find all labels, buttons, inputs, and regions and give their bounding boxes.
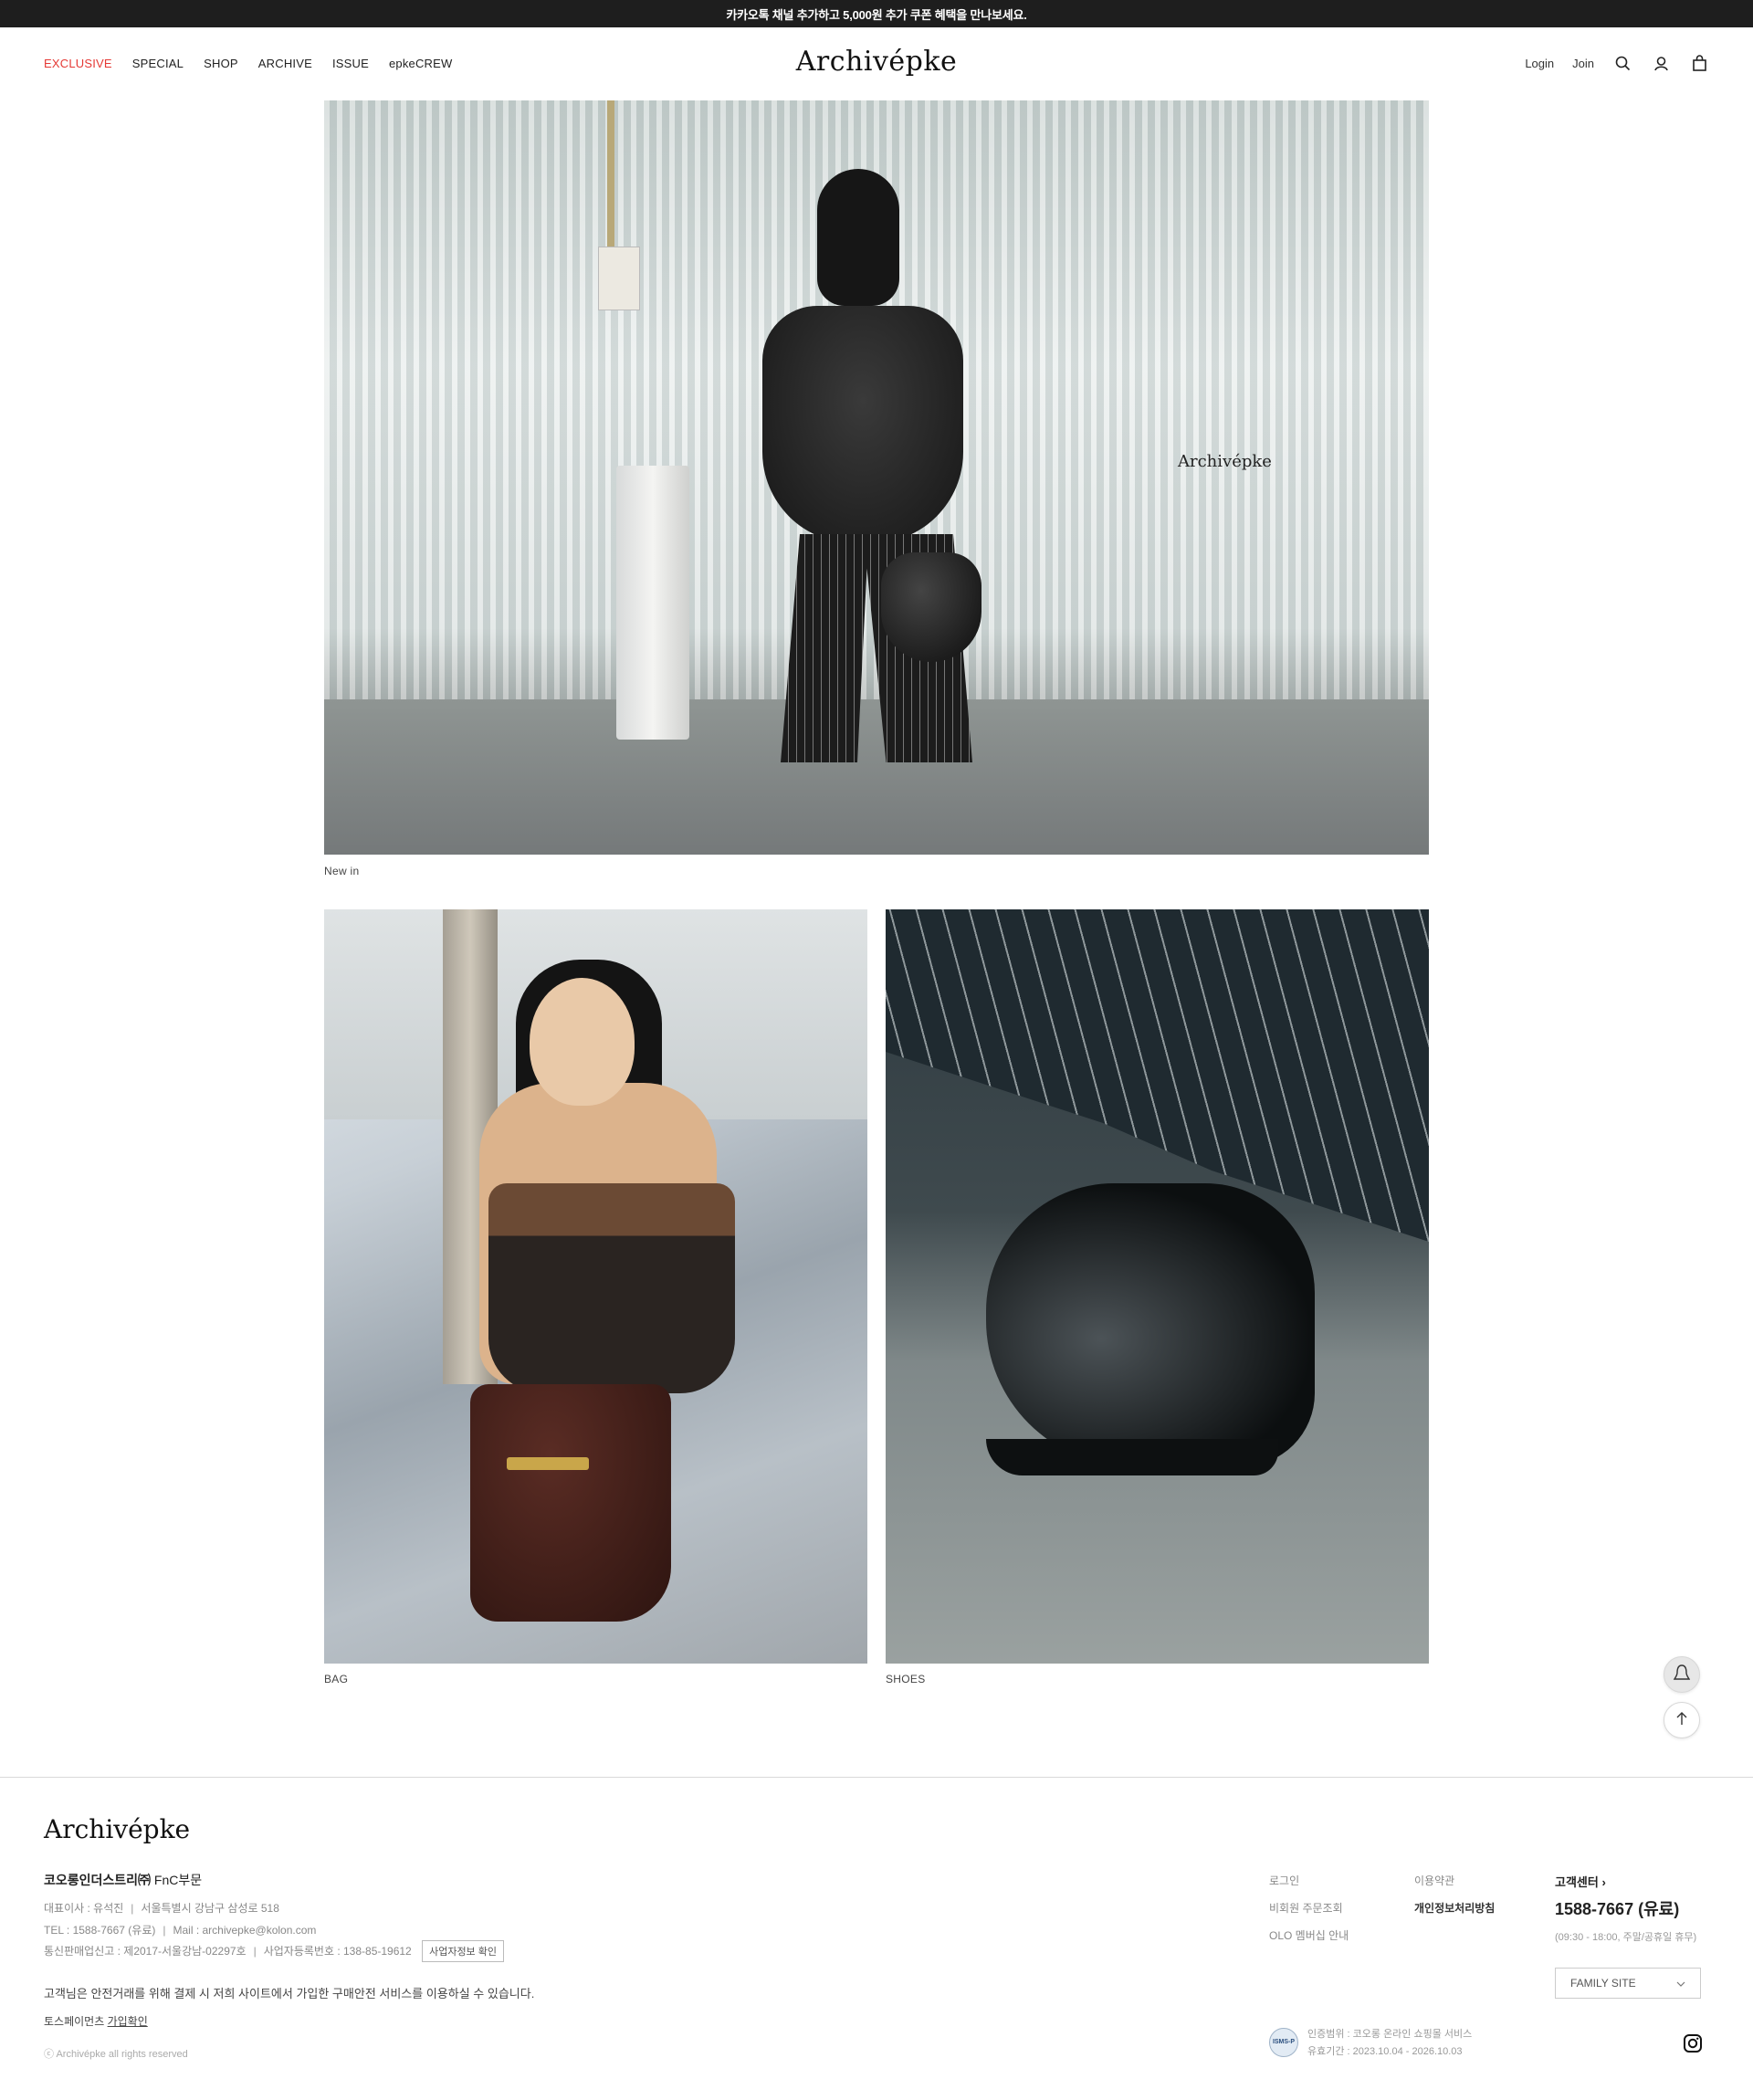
site-logo[interactable]: Archivépke xyxy=(0,46,1753,78)
company-tel: TEL : 1588-7667 (유료) xyxy=(44,1924,156,1937)
customer-center-link[interactable]: 고객센터 › xyxy=(1555,1873,1606,1890)
bag-product xyxy=(470,1384,671,1622)
scroll-top-button[interactable] xyxy=(1664,1702,1700,1738)
caption-new-in[interactable]: New in xyxy=(324,865,359,877)
header-utility: Login Join xyxy=(1525,53,1709,73)
footer-link-membership[interactable]: OLO 멤버십 안내 xyxy=(1269,1927,1349,1943)
isms-period: 유효기간 : 2023.10.04 - 2026.10.03 xyxy=(1307,2046,1463,2057)
search-icon[interactable] xyxy=(1612,53,1632,73)
customer-center-tel: 1588-7667 (유료) xyxy=(1555,1900,1680,1918)
toss-confirm-link[interactable]: 가입확인 xyxy=(108,2015,148,2028)
family-site-select[interactable]: FAMILY SITE xyxy=(1555,1968,1701,1999)
isms-scope: 인증범위 : 코오롱 온라인 쇼핑몰 서비스 xyxy=(1307,2029,1473,2040)
hero-outlet xyxy=(598,247,640,310)
category-image-bag[interactable] xyxy=(324,909,867,1664)
company-name: 코오롱인더스트리㈜ xyxy=(44,1873,152,1887)
footer-company: 코오롱인더스트리㈜ FnC부문 xyxy=(44,1871,202,1889)
footer-link-privacy[interactable]: 개인정보처리방침 xyxy=(1414,1900,1495,1916)
isms-text: 인증범위 : 코오롱 온라인 쇼핑몰 서비스 유효기간 : 2023.10.04… xyxy=(1307,2026,1472,2058)
company-address: 서울특별시 강남구 삼성로 518 xyxy=(141,1902,279,1915)
hero-image-new-in[interactable]: Archivépke xyxy=(324,100,1429,855)
footer-link-terms[interactable]: 이용약관 xyxy=(1414,1873,1495,1888)
login-link[interactable]: Login xyxy=(1525,57,1554,70)
kakao-talk-button[interactable] xyxy=(1664,1656,1700,1693)
join-link[interactable]: Join xyxy=(1572,57,1594,70)
mail-order-no: 통신판매업신고 : 제2017-서울강남-02297호 xyxy=(44,1945,247,1958)
model-bag xyxy=(881,552,981,662)
footer-info-line-1: 대표이사 : 유석진 | 서울특별시 강남구 삼성로 518 xyxy=(44,1902,279,1915)
footer-links-col-1: 로그인 비회원 주문조회 OLO 멤버십 안내 xyxy=(1269,1873,1349,1943)
footer: Archivépke 코오롱인더스트리㈜ FnC부문 대표이사 : 유석진 | 서울… xyxy=(0,1777,1753,2100)
footer-links-col-2: 이용약관 개인정보처리방침 xyxy=(1414,1873,1495,1916)
business-no: 사업자등록번호 : 138-85-19612 xyxy=(263,1945,412,1958)
company-mail: Mail : archivepke@kolon.com xyxy=(173,1924,317,1937)
shoes-product xyxy=(986,1183,1315,1466)
chevron-down-icon xyxy=(1676,1977,1685,1990)
footer-info-line-3: 통신판매업신고 : 제2017-서울강남-02297호 | 사업자등록번호 : 13… xyxy=(44,1940,504,1962)
bag-clasp xyxy=(507,1457,589,1470)
footer-link-login[interactable]: 로그인 xyxy=(1269,1873,1349,1888)
instagram-icon[interactable] xyxy=(1683,2033,1703,2053)
user-icon[interactable] xyxy=(1651,53,1671,73)
bag-model-face xyxy=(530,978,635,1106)
safe-payment-notice: 고객님은 안전거래를 위해 결제 시 저희 사이트에서 가입한 구매안전 서비스… xyxy=(44,1987,535,2000)
model-top xyxy=(762,306,963,543)
model-hair xyxy=(817,169,899,306)
hero-model xyxy=(744,169,1018,790)
hero-watermark-logo: Archivépke xyxy=(1178,452,1272,471)
copyright: ⓒ Archivépke all rights reserved xyxy=(44,2049,188,2060)
isms-badge-icon: ISMS-P xyxy=(1269,2027,1298,2057)
hero-pipe xyxy=(607,100,614,256)
banner-text[interactable]: 카카오톡 채널 추가하고 5,000원 추가 쿠폰 혜택을 만나보세요. xyxy=(726,5,1027,23)
bag-model-dress xyxy=(488,1183,735,1393)
footer-info-line-2: TEL : 1588-7667 (유료) | Mail : archivepke@k… xyxy=(44,1924,317,1937)
top-banner[interactable]: 카카오톡 채널 추가하고 5,000원 추가 쿠폰 혜택을 만나보세요. xyxy=(0,0,1753,27)
category-image-shoes[interactable] xyxy=(886,909,1429,1664)
shoes-sole xyxy=(986,1439,1278,1475)
bag-icon[interactable] xyxy=(1689,53,1709,73)
ceo-label: 대표이사 : 유석진 xyxy=(44,1902,124,1915)
caption-bag[interactable]: BAG xyxy=(324,1673,348,1685)
family-site-label: FAMILY SITE xyxy=(1570,1977,1636,1990)
arrow-up-icon xyxy=(1675,1711,1688,1730)
hero-pillar xyxy=(616,466,689,740)
business-info-button[interactable]: 사업자정보 확인 xyxy=(422,1940,504,1962)
kakao-talk-icon xyxy=(1672,1663,1692,1687)
company-division: FnC부문 xyxy=(151,1873,203,1887)
toss-notice: 토스페이먼츠 가입확인 xyxy=(44,2013,148,2029)
toss-label: 토스페이먼츠 xyxy=(44,2015,108,2028)
caption-shoes[interactable]: SHOES xyxy=(886,1673,926,1685)
isms-certification: ISMS-P 인증범위 : 코오롱 온라인 쇼핑몰 서비스 유효기간 : 202… xyxy=(1269,2026,1472,2058)
header: EXCLUSIVE SPECIAL SHOP ARCHIVE ISSUE epk… xyxy=(0,27,1753,100)
customer-center-hours: (09:30 - 18:00, 주말/공휴일 휴무) xyxy=(1555,1932,1697,1943)
footer-link-guest-order[interactable]: 비회원 주문조회 xyxy=(1269,1900,1349,1916)
footer-logo[interactable]: Archivépke xyxy=(44,1814,190,1844)
